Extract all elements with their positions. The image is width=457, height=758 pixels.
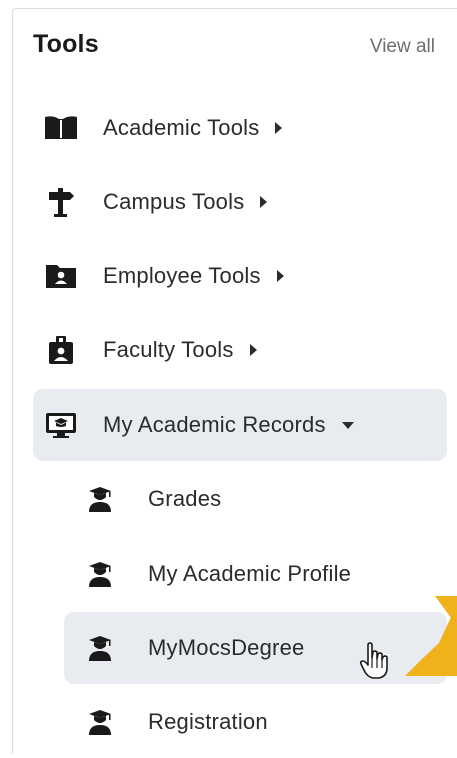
submenu-item-my-academic-profile[interactable]: My Academic Profile — [64, 538, 447, 610]
submenu-item-label: Grades — [148, 486, 222, 511]
caret-down-icon — [341, 421, 354, 429]
submenu-item-registration[interactable]: Registration — [64, 686, 447, 758]
folder-user-icon — [41, 256, 81, 296]
menu-item-faculty-tools[interactable]: Faculty Tools — [33, 314, 447, 386]
graduate-icon — [82, 556, 118, 592]
monitor-graduation-icon — [41, 405, 81, 445]
graduate-icon — [82, 481, 118, 517]
signpost-icon — [41, 182, 81, 222]
book-icon — [41, 108, 81, 148]
graduate-icon — [82, 630, 118, 666]
menu-item-academic-tools[interactable]: Academic Tools — [33, 92, 447, 164]
badge-icon — [41, 330, 81, 370]
submenu-item-grades[interactable]: Grades — [64, 463, 447, 535]
menu-item-label: Employee Tools — [103, 263, 261, 288]
submenu-item-label: Registration — [148, 709, 268, 734]
view-all-link[interactable]: View all — [370, 36, 435, 58]
graduate-icon — [82, 704, 118, 740]
caret-right-icon — [249, 344, 257, 356]
menu-item-label: Academic Tools — [103, 115, 260, 140]
submenu-item-label: My Academic Profile — [148, 561, 352, 586]
annotation-arrow-icon — [405, 596, 457, 681]
menu-item-label: Faculty Tools — [103, 337, 234, 362]
submenu-item-mymocsdegree[interactable]: MyMocsDegree — [64, 612, 447, 684]
caret-right-icon — [276, 270, 284, 282]
panel-title: Tools — [33, 30, 99, 58]
menu-item-campus-tools[interactable]: Campus Tools — [33, 166, 447, 238]
menu-item-employee-tools[interactable]: Employee Tools — [33, 240, 447, 312]
menu-item-my-academic-records[interactable]: My Academic Records — [33, 389, 447, 461]
hand-cursor-icon — [359, 642, 389, 685]
caret-right-icon — [275, 122, 283, 134]
caret-right-icon — [260, 196, 268, 208]
menu-item-label: Campus Tools — [103, 189, 245, 214]
menu-item-label: My Academic Records — [103, 412, 326, 437]
submenu-item-label: MyMocsDegree — [148, 635, 305, 660]
